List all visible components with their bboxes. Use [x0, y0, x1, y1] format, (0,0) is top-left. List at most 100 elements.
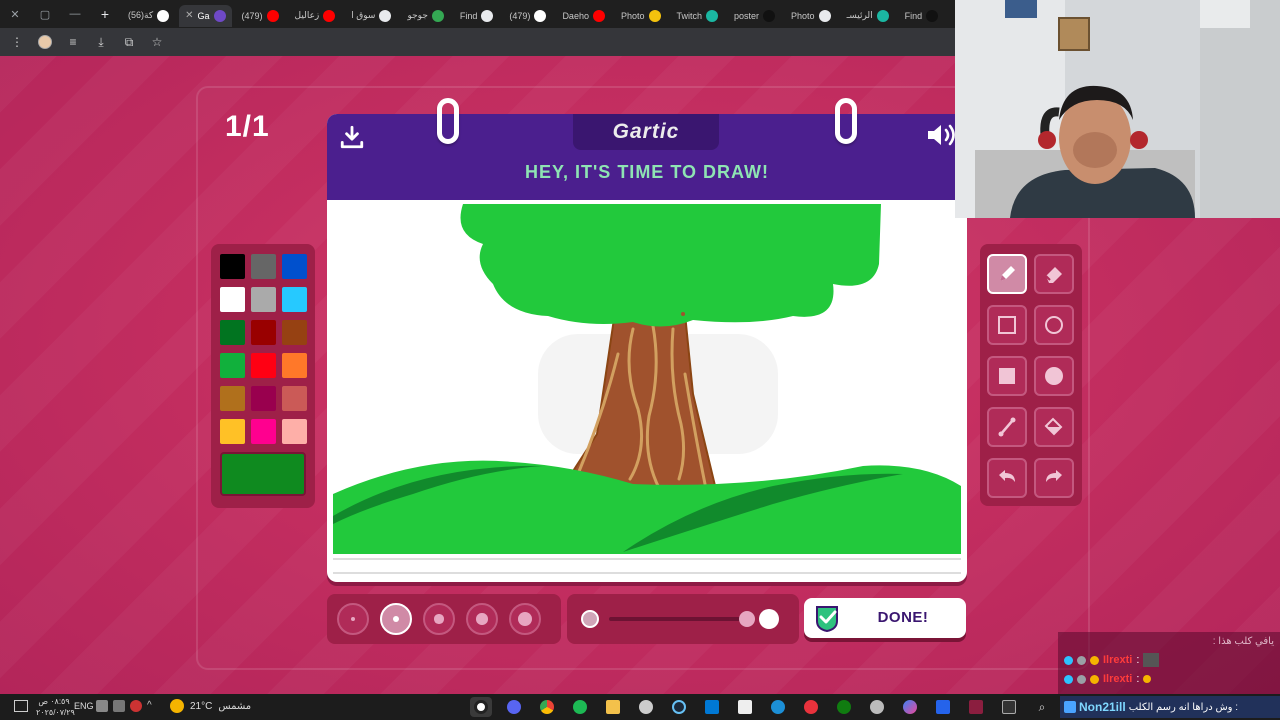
chat-separator: : — [1136, 673, 1140, 685]
brush-size-3[interactable] — [423, 603, 455, 635]
taskbar-app-edge[interactable] — [767, 697, 789, 717]
color-swatch[interactable] — [251, 320, 276, 345]
taskbar-app-copilot[interactable] — [899, 697, 921, 717]
color-swatch[interactable] — [282, 353, 307, 378]
browser-tab[interactable]: Daeho — [556, 5, 611, 27]
color-palette — [211, 244, 315, 508]
browser-tab[interactable]: (479) — [503, 5, 552, 27]
brush-size-1[interactable] — [337, 603, 369, 635]
opacity-track[interactable] — [609, 617, 747, 621]
taskbar-app-terminal[interactable] — [998, 697, 1020, 717]
close-window-icon[interactable]: ✕ — [0, 0, 30, 28]
ellipse-tool[interactable] — [1034, 305, 1074, 345]
browser-tab[interactable]: Find — [454, 5, 500, 27]
system-clock[interactable]: ٠٨:٥٩ ص ٢٠٢٥/٠٧/٢٩ — [36, 696, 75, 718]
language-indicator[interactable]: ENG — [74, 701, 94, 711]
tab-close-icon[interactable]: ✕ — [185, 10, 193, 21]
browser-tab[interactable]: كة(56) — [122, 5, 175, 27]
opacity-thumb[interactable] — [739, 611, 755, 627]
weather-temp: 21°C — [190, 700, 213, 712]
browser-tab[interactable]: ✕ Ga — [179, 4, 232, 27]
browser-tab[interactable]: Photo — [785, 5, 837, 27]
taskbar-app-spotify[interactable] — [569, 697, 591, 717]
menu-icon[interactable]: ⋮ — [8, 33, 26, 51]
color-swatch[interactable] — [220, 353, 245, 378]
board-ring-left — [437, 98, 459, 144]
taskbar-app-explorer[interactable] — [602, 697, 624, 717]
pen-tool[interactable] — [987, 254, 1027, 294]
profile-icon[interactable] — [36, 33, 54, 51]
redo-button[interactable] — [1034, 458, 1074, 498]
download-icon[interactable]: ⤓ — [92, 33, 110, 51]
maximize-window-icon[interactable]: ▢ — [30, 0, 60, 28]
notifications-icon[interactable] — [14, 700, 28, 712]
rectangle-tool[interactable] — [987, 305, 1027, 345]
filled-ellipse-tool[interactable] — [1034, 356, 1074, 396]
color-swatch[interactable] — [251, 287, 276, 312]
drawing-canvas[interactable] — [333, 204, 961, 554]
brush-size-5[interactable] — [509, 603, 541, 635]
color-swatch[interactable] — [220, 287, 245, 312]
fill-tool[interactable] — [1034, 407, 1074, 447]
taskbar-app-store[interactable] — [734, 697, 756, 717]
taskbar-app-xbox[interactable] — [833, 697, 855, 717]
brush-size-2[interactable] — [380, 603, 412, 635]
browser-tab[interactable]: Find — [899, 5, 945, 27]
extensions-icon[interactable]: ⧉ — [120, 33, 138, 51]
tab-label: زعاليل — [294, 10, 320, 20]
taskbar-app-riot[interactable] — [800, 697, 822, 717]
volume-icon[interactable] — [96, 700, 108, 712]
minimize-window-icon[interactable]: — — [60, 0, 90, 28]
eraser-tool[interactable] — [1034, 254, 1074, 294]
browser-tab[interactable]: جوجو — [401, 5, 449, 27]
color-swatch[interactable] — [282, 419, 307, 444]
color-swatch[interactable] — [282, 320, 307, 345]
color-swatch[interactable] — [220, 320, 245, 345]
sound-icon[interactable] — [925, 122, 959, 148]
download-drawing-icon[interactable] — [339, 124, 365, 150]
browser-tab[interactable]: سوق ا — [345, 5, 397, 27]
taskbar-app-steam[interactable] — [668, 697, 690, 717]
reading-list-icon[interactable]: ≡ — [64, 33, 82, 51]
done-button[interactable]: DONE! — [804, 598, 966, 638]
color-swatch[interactable] — [251, 254, 276, 279]
color-swatch[interactable] — [251, 353, 276, 378]
opacity-slider[interactable] — [567, 594, 799, 644]
taskbar-app-discord[interactable] — [503, 697, 525, 717]
weather-widget[interactable]: 21°C مشمس — [170, 699, 251, 713]
brush-size-4[interactable] — [466, 603, 498, 635]
taskbar-app-gear[interactable] — [866, 697, 888, 717]
line-tool[interactable] — [987, 407, 1027, 447]
color-swatch[interactable] — [251, 386, 276, 411]
color-swatch[interactable] — [220, 419, 245, 444]
new-tab-icon[interactable]: + — [90, 0, 120, 28]
taskbar-app-mail[interactable] — [701, 697, 723, 717]
tray-app-icon[interactable] — [130, 700, 142, 712]
browser-tab[interactable]: الرئيسـ — [841, 5, 895, 27]
browser-tab[interactable]: (479) — [236, 5, 285, 27]
browser-tab[interactable]: Photo — [615, 5, 667, 27]
color-swatch[interactable] — [220, 254, 245, 279]
browser-tab[interactable]: زعاليل — [289, 5, 342, 27]
color-swatch[interactable] — [251, 419, 276, 444]
color-swatch[interactable] — [220, 386, 245, 411]
color-swatch[interactable] — [282, 386, 307, 411]
chat-badge-icon — [1064, 674, 1073, 684]
taskbar-app-obs[interactable] — [470, 697, 492, 717]
taskbar-app-winrar[interactable] — [965, 697, 987, 717]
chat-badge-icon — [1090, 655, 1099, 665]
taskbar-app-chrome[interactable] — [536, 697, 558, 717]
taskbar-search-icon[interactable]: ⌕ — [1031, 697, 1053, 717]
taskbar-app-settings[interactable] — [635, 697, 657, 717]
taskbar-app-teams[interactable] — [932, 697, 954, 717]
undo-button[interactable] — [987, 458, 1027, 498]
browser-tab[interactable]: Twitch — [671, 5, 725, 27]
color-swatch[interactable] — [282, 254, 307, 279]
browser-tab[interactable]: poster — [728, 5, 781, 27]
network-icon[interactable] — [113, 700, 125, 712]
tray-expand-icon[interactable]: ^ — [147, 700, 159, 712]
filled-rectangle-tool[interactable] — [987, 356, 1027, 396]
color-swatch[interactable] — [282, 287, 307, 312]
bookmark-star-icon[interactable]: ☆ — [148, 33, 166, 51]
pencil-icon — [1000, 266, 1015, 281]
